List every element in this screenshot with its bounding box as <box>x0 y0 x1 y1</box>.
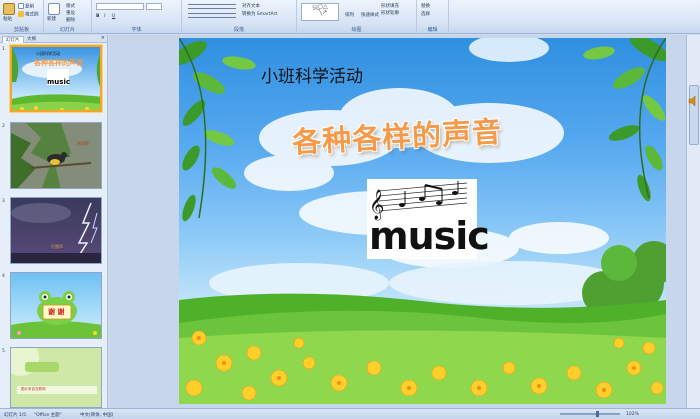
slides-panel: 幻灯片 大纲 × 1 小班科学活动 各种各样的声音 music 2 鸟叫声 3 … <box>0 35 108 408</box>
speaker-icon[interactable] <box>688 96 698 106</box>
layout-button[interactable]: 版式 <box>66 3 75 10</box>
tab-slides[interactable]: 幻灯片 <box>2 36 24 43</box>
reset-button[interactable]: 重设 <box>66 10 75 17</box>
panel-tabs: 幻灯片 大纲 × <box>0 35 107 43</box>
slide-number-5: 5 <box>2 349 5 354</box>
thumbnail-3-storm-image: 打雷声 <box>11 198 101 263</box>
slide-title[interactable]: 小班科学活动 <box>261 62 363 87</box>
thumbnail-5-image <box>11 348 101 407</box>
list-icon[interactable] <box>188 4 236 9</box>
smartart-button[interactable]: 转换为 SmartArt <box>242 11 277 18</box>
slide-thumbnail-5[interactable]: 图片来自互联网 <box>10 347 102 408</box>
shapes-gallery[interactable]: ▭○△ ⌒╲↗ <box>301 3 339 21</box>
editing-group: 替换 选择 编辑 <box>417 0 449 34</box>
thumbnail-2-bird-image: 鸟叫声 <box>11 123 101 188</box>
copy-button[interactable]: 复制 <box>18 3 34 10</box>
status-bar: 幻灯片 1/5 "Office 主题" 中文(简体, 中国) 102% <box>0 408 700 419</box>
select-button[interactable]: 选择 <box>421 11 430 18</box>
copy-icon <box>18 3 24 9</box>
thumbnail-1-heading: 各种各样的声音 <box>34 59 83 67</box>
slide-number-3: 3 <box>2 199 5 204</box>
brush-icon <box>18 11 24 17</box>
slide-thumbnail-3[interactable]: 打雷声 <box>10 197 102 264</box>
thumbnail-4-text: 谢 谢 <box>48 308 65 316</box>
current-slide[interactable]: 小班科学活动 各种各样的声音 𝄞 music <box>179 38 666 404</box>
vertical-scrollbar[interactable] <box>686 35 700 408</box>
drawing-group-label: 绘图 <box>351 27 362 33</box>
drawing-group: ▭○△ ⌒╲↗ 排列 快速样式 形状填充 形状轮廓 绘图 <box>297 0 417 34</box>
paste-icon[interactable] <box>3 3 15 15</box>
new-slide-button[interactable]: 新建 <box>47 16 56 23</box>
shape-fill-button[interactable]: 形状填充 <box>381 3 399 10</box>
align-icon[interactable] <box>188 13 236 18</box>
zoom-level[interactable]: 102% <box>626 412 639 417</box>
slides-group: 新建 版式 重设 删除 幻灯片 <box>44 0 92 34</box>
thumbnail-5-text: 图片来自互联网 <box>21 387 46 391</box>
clipboard-group: 粘贴 复制 格式刷 剪贴板 <box>0 0 44 34</box>
arrange-button[interactable]: 排列 <box>345 12 354 19</box>
slide-number-2: 2 <box>2 124 5 129</box>
font-name-input[interactable] <box>96 3 144 10</box>
delete-button[interactable]: 删除 <box>66 17 75 24</box>
paste-button[interactable]: 粘贴 <box>3 16 12 23</box>
zoom-slider-handle[interactable] <box>596 411 599 417</box>
scrollbar-thumb[interactable] <box>689 85 699 145</box>
slides-group-label: 幻灯片 <box>59 27 75 33</box>
tab-outline[interactable]: 大纲 <box>24 36 39 43</box>
slide-thumbnail-2[interactable]: 鸟叫声 <box>10 122 102 189</box>
font-group-label: 字体 <box>131 27 142 33</box>
editing-group-label: 编辑 <box>427 27 438 33</box>
align-text-button[interactable]: 对齐文本 <box>242 3 260 10</box>
italic-button[interactable]: I <box>104 13 105 20</box>
font-size-input[interactable] <box>146 3 162 10</box>
new-slide-icon[interactable] <box>48 3 60 15</box>
bold-button[interactable]: B <box>96 13 99 20</box>
slide-thumbnail-4[interactable]: 谢 谢 <box>10 272 102 339</box>
thumbnail-1-title: 小班科学活动 <box>36 51 60 56</box>
quick-styles-button[interactable]: 快速样式 <box>361 12 379 19</box>
paragraph-group-label: 段落 <box>233 27 244 33</box>
slide-number-1: 1 <box>2 47 5 52</box>
shape-outline-button[interactable]: 形状轮廓 <box>381 10 399 17</box>
underline-button[interactable]: U <box>112 13 115 20</box>
thumbnail-1-music: music <box>47 69 70 86</box>
font-group: B I U 字体 <box>92 0 182 34</box>
ribbon: 粘贴 复制 格式刷 剪贴板 新建 版式 重设 删除 幻灯片 B I U 字体 对… <box>0 0 700 34</box>
slide-count: 幻灯片 1/5 <box>4 413 27 418</box>
music-word: music <box>369 214 490 258</box>
zoom-slider[interactable] <box>560 413 620 415</box>
svg-text:鸟叫声: 鸟叫声 <box>77 140 89 146</box>
clipboard-group-label: 剪贴板 <box>13 27 29 33</box>
svg-text:打雷声: 打雷声 <box>51 243 63 249</box>
theme-name: "Office 主题" <box>34 413 62 418</box>
music-image[interactable]: 𝄞 music <box>367 179 490 259</box>
language-indicator[interactable]: 中文(简体, 中国) <box>80 412 113 418</box>
slide-thumbnail-1[interactable]: 小班科学活动 各种各样的声音 music <box>10 45 102 112</box>
thumbnail-4-image <box>11 273 101 338</box>
slide-number-4: 4 <box>2 274 5 279</box>
paragraph-group: 对齐文本 转换为 SmartArt 段落 <box>182 0 297 34</box>
close-panel-button[interactable]: × <box>101 35 105 41</box>
replace-button[interactable]: 替换 <box>421 3 430 10</box>
format-painter-button[interactable]: 格式刷 <box>18 11 39 18</box>
